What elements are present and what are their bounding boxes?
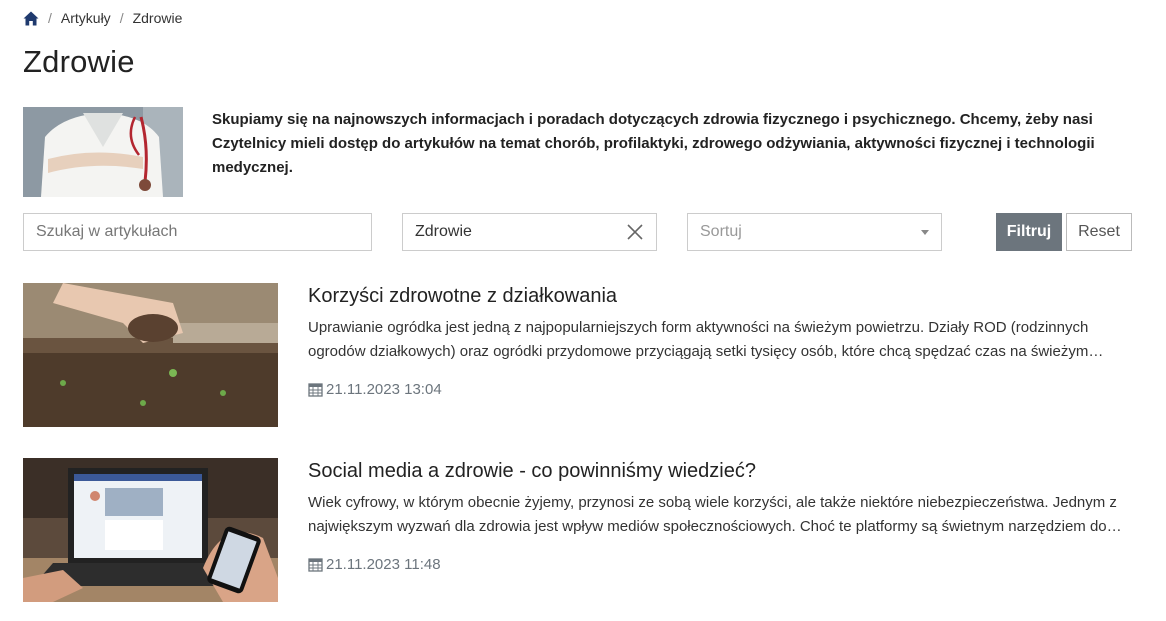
category-image bbox=[23, 107, 183, 197]
article-date: 21.11.2023 13:04 bbox=[308, 381, 442, 398]
page-title: Zdrowie bbox=[23, 44, 135, 79]
article-thumbnail[interactable] bbox=[23, 283, 278, 427]
home-icon[interactable] bbox=[23, 11, 39, 26]
article-title[interactable]: Social media a zdrowie - co powinniśmy w… bbox=[308, 460, 756, 483]
calendar-icon bbox=[308, 558, 323, 572]
chevron-down-icon bbox=[921, 229, 929, 235]
close-icon[interactable] bbox=[626, 223, 644, 241]
calendar-icon bbox=[308, 383, 323, 397]
category-select[interactable]: Zdrowie bbox=[402, 213, 657, 251]
breadcrumb-separator: / bbox=[119, 10, 124, 26]
article-excerpt: Wiek cyfrowy, w którym obecnie żyjemy, p… bbox=[308, 494, 1117, 535]
category-description: Skupiamy się na najnowszych informacjach… bbox=[212, 111, 1095, 176]
article-thumbnail[interactable] bbox=[23, 458, 278, 602]
category-selected-value: Zdrowie bbox=[415, 223, 472, 240]
sort-placeholder: Sortuj bbox=[700, 223, 742, 240]
search-input[interactable]: Szukaj w artykułach bbox=[23, 213, 372, 251]
breadcrumb-current: Zdrowie bbox=[132, 10, 183, 26]
sort-select[interactable]: Sortuj bbox=[687, 213, 942, 251]
reset-button[interactable]: Reset bbox=[1066, 213, 1132, 251]
article-title[interactable]: Korzyści zdrowotne z działkowania bbox=[308, 285, 617, 308]
breadcrumb-link-articles[interactable]: Artykuły bbox=[61, 10, 111, 26]
article-date: 21.11.2023 11:48 bbox=[308, 556, 441, 573]
search-placeholder: Szukaj w artykułach bbox=[36, 223, 178, 240]
article-date-value: 21.11.2023 11:48 bbox=[326, 556, 441, 573]
article-item: Social media a zdrowie - co powinniśmy w… bbox=[23, 458, 1133, 602]
breadcrumb-separator: / bbox=[48, 10, 52, 26]
article-excerpt: Uprawianie ogródka jest jedną z najpopul… bbox=[308, 319, 1089, 360]
article-item: Korzyści zdrowotne z działkowania Uprawi… bbox=[23, 283, 1133, 427]
breadcrumb: / Artykuły / Zdrowie bbox=[23, 9, 182, 27]
article-date-value: 21.11.2023 13:04 bbox=[326, 381, 442, 398]
filter-button[interactable]: Filtruj bbox=[996, 213, 1062, 251]
